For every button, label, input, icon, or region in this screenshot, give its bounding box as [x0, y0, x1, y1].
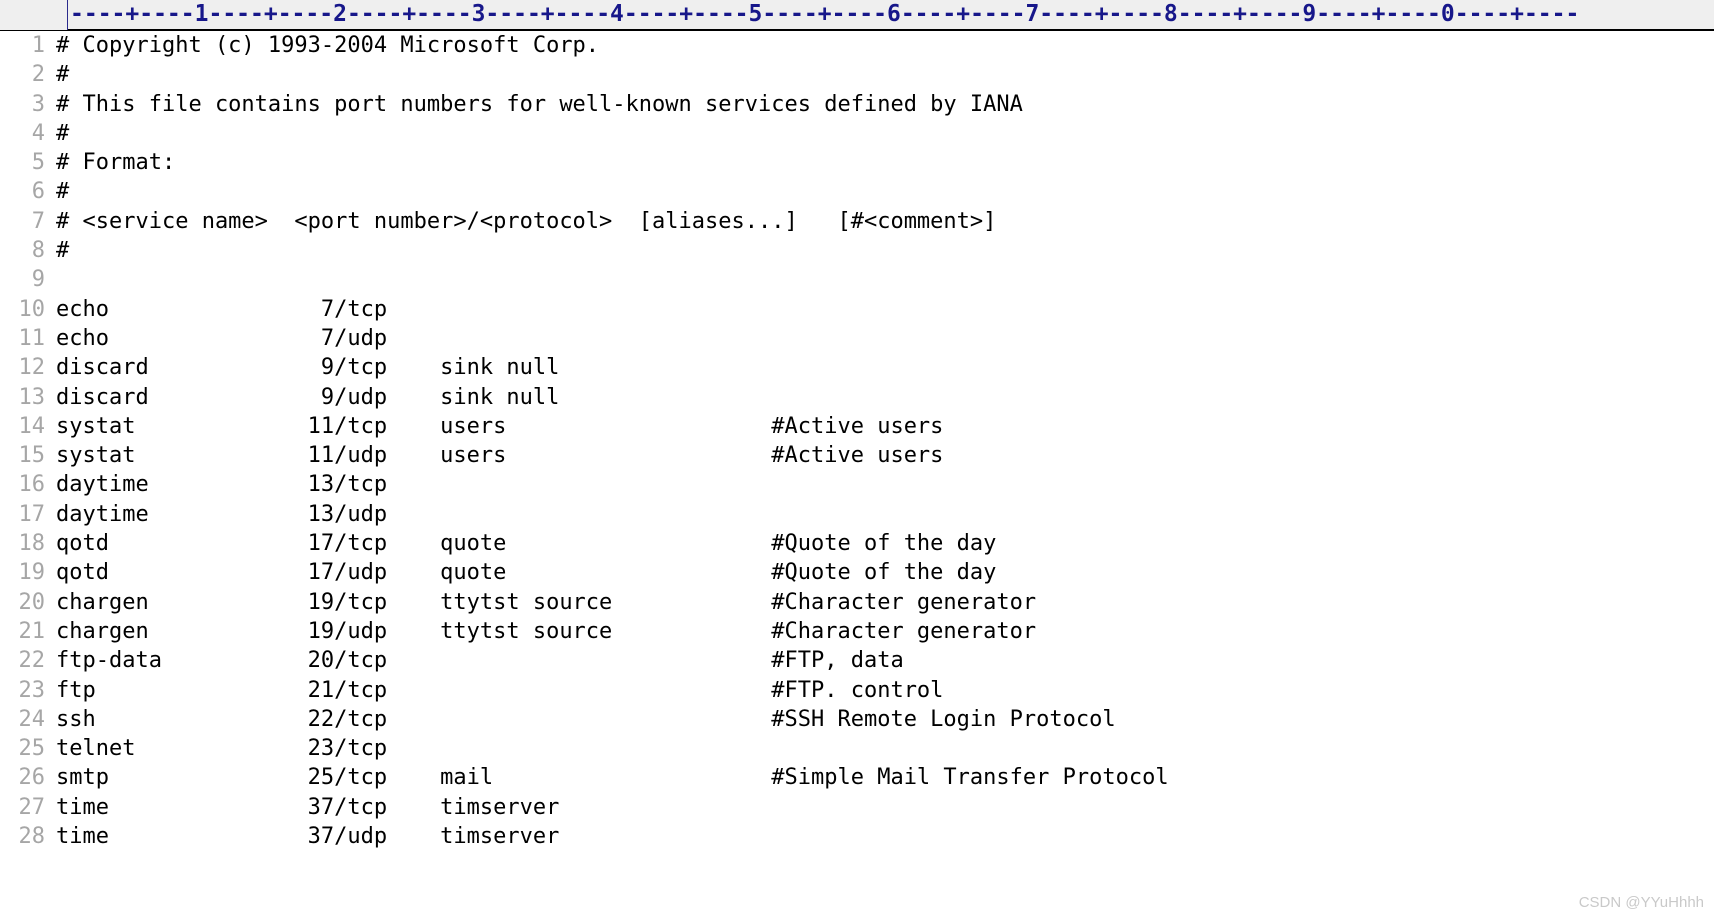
line-text[interactable]: daytime 13/udp: [56, 500, 1714, 529]
line-number: 22: [18, 648, 46, 674]
line-number: 5: [31, 150, 45, 176]
line-number: 15: [18, 443, 46, 469]
line-text[interactable]: ftp-data 20/tcp #FTP, data: [56, 646, 1714, 675]
line-text[interactable]: # Format:: [56, 148, 1714, 177]
code-line[interactable]: 24 ssh 22/tcp #SSH Remote Login Protocol: [0, 705, 1714, 734]
code-editor-area[interactable]: 1 # Copyright (c) 1993-2004 Microsoft Co…: [0, 31, 1714, 919]
line-text[interactable]: systat 11/tcp users #Active users: [56, 412, 1714, 441]
line-text[interactable]: qotd 17/tcp quote #Quote of the day: [56, 529, 1714, 558]
line-text[interactable]: time 37/udp timserver: [56, 822, 1714, 851]
line-text[interactable]: ftp 21/tcp #FTP. control: [56, 676, 1714, 705]
line-number: 13: [18, 384, 46, 410]
code-line[interactable]: 20 chargen 19/tcp ttytst source #Charact…: [0, 588, 1714, 617]
line-text[interactable]: # This file contains port numbers for we…: [56, 90, 1714, 119]
code-line[interactable]: 7 # <service name> <port number>/<protoc…: [0, 207, 1714, 236]
code-line[interactable]: 25 telnet 23/tcp: [0, 734, 1714, 763]
line-number: 27: [18, 794, 46, 820]
code-line[interactable]: 5 # Format:: [0, 148, 1714, 177]
code-line[interactable]: 18 qotd 17/tcp quote #Quote of the day: [0, 529, 1714, 558]
code-line[interactable]: 14 systat 11/tcp users #Active users: [0, 412, 1714, 441]
ruler-scale-marks: ----+----1----+----2----+----3----+----4…: [70, 1, 1580, 27]
code-line[interactable]: 11 echo 7/udp: [0, 324, 1714, 353]
line-number: 11: [18, 325, 46, 351]
code-line[interactable]: 1 # Copyright (c) 1993-2004 Microsoft Co…: [0, 31, 1714, 60]
code-line[interactable]: 21 chargen 19/udp ttytst source #Charact…: [0, 617, 1714, 646]
line-text[interactable]: discard 9/udp sink null: [56, 383, 1714, 412]
line-number: 26: [18, 765, 46, 791]
line-text[interactable]: chargen 19/udp ttytst source #Character …: [56, 617, 1714, 646]
line-text[interactable]: daytime 13/tcp: [56, 470, 1714, 499]
code-line[interactable]: 2 #: [0, 60, 1714, 89]
line-number: 16: [18, 472, 46, 498]
line-number: 25: [18, 736, 46, 762]
line-text[interactable]: smtp 25/tcp mail #Simple Mail Transfer P…: [56, 763, 1714, 792]
code-line[interactable]: 12 discard 9/tcp sink null: [0, 353, 1714, 382]
code-line[interactable]: 10 echo 7/tcp: [0, 295, 1714, 324]
line-number: 9: [31, 267, 45, 293]
watermark-text: CSDN @YYuHhhh: [1578, 894, 1704, 911]
line-number: 7: [31, 208, 45, 234]
line-number: 18: [18, 531, 46, 557]
line-text[interactable]: chargen 19/tcp ttytst source #Character …: [56, 588, 1714, 617]
line-text[interactable]: time 37/tcp timserver: [56, 793, 1714, 822]
code-line[interactable]: 8 #: [0, 236, 1714, 265]
line-text[interactable]: #: [56, 177, 1714, 206]
line-text[interactable]: #: [56, 236, 1714, 265]
code-line[interactable]: 28 time 37/udp timserver: [0, 822, 1714, 851]
line-number: 17: [18, 501, 46, 527]
line-text[interactable]: # Copyright (c) 1993-2004 Microsoft Corp…: [56, 31, 1714, 60]
line-number: 23: [18, 677, 46, 703]
line-number: 4: [31, 120, 45, 146]
code-line[interactable]: 16 daytime 13/tcp: [0, 470, 1714, 499]
code-line[interactable]: 6 #: [0, 177, 1714, 206]
line-number: 20: [18, 589, 46, 615]
line-number: 3: [31, 91, 45, 117]
line-number: 14: [18, 413, 46, 439]
line-text[interactable]: discard 9/tcp sink null: [56, 353, 1714, 382]
line-number: 1: [31, 33, 45, 58]
line-number: 28: [18, 824, 46, 850]
code-line[interactable]: 9: [0, 265, 1714, 294]
column-ruler: ----+----1----+----2----+----3----+----4…: [0, 0, 1714, 31]
line-number: 10: [18, 296, 46, 322]
line-text[interactable]: #: [56, 119, 1714, 148]
code-line[interactable]: 19 qotd 17/udp quote #Quote of the day: [0, 558, 1714, 587]
code-line[interactable]: 13 discard 9/udp sink null: [0, 383, 1714, 412]
line-text[interactable]: ssh 22/tcp #SSH Remote Login Protocol: [56, 705, 1714, 734]
text-editor-window: ----+----1----+----2----+----3----+----4…: [0, 0, 1714, 919]
code-line[interactable]: 27 time 37/tcp timserver: [0, 793, 1714, 822]
line-text[interactable]: telnet 23/tcp: [56, 734, 1714, 763]
code-line[interactable]: 3 # This file contains port numbers for …: [0, 90, 1714, 119]
line-number: 12: [18, 355, 46, 381]
code-line[interactable]: 22 ftp-data 20/tcp #FTP, data: [0, 646, 1714, 675]
line-text[interactable]: # <service name> <port number>/<protocol…: [56, 207, 1714, 236]
line-number: 8: [31, 238, 45, 264]
line-text[interactable]: #: [56, 60, 1714, 89]
line-text[interactable]: systat 11/udp users #Active users: [56, 441, 1714, 470]
ruler-gutter-spacer: [0, 0, 67, 30]
code-line[interactable]: 26 smtp 25/tcp mail #Simple Mail Transfe…: [0, 763, 1714, 792]
line-text[interactable]: echo 7/tcp: [56, 295, 1714, 324]
code-line[interactable]: 4 #: [0, 119, 1714, 148]
line-number: 21: [18, 618, 46, 644]
line-number: 6: [31, 179, 45, 205]
line-number: 2: [31, 62, 45, 88]
line-number: 19: [18, 560, 46, 586]
line-text[interactable]: qotd 17/udp quote #Quote of the day: [56, 558, 1714, 587]
code-line[interactable]: 23 ftp 21/tcp #FTP. control: [0, 676, 1714, 705]
code-line[interactable]: 17 daytime 13/udp: [0, 500, 1714, 529]
code-line[interactable]: 15 systat 11/udp users #Active users: [0, 441, 1714, 470]
line-number: 24: [18, 706, 46, 732]
line-text[interactable]: echo 7/udp: [56, 324, 1714, 353]
